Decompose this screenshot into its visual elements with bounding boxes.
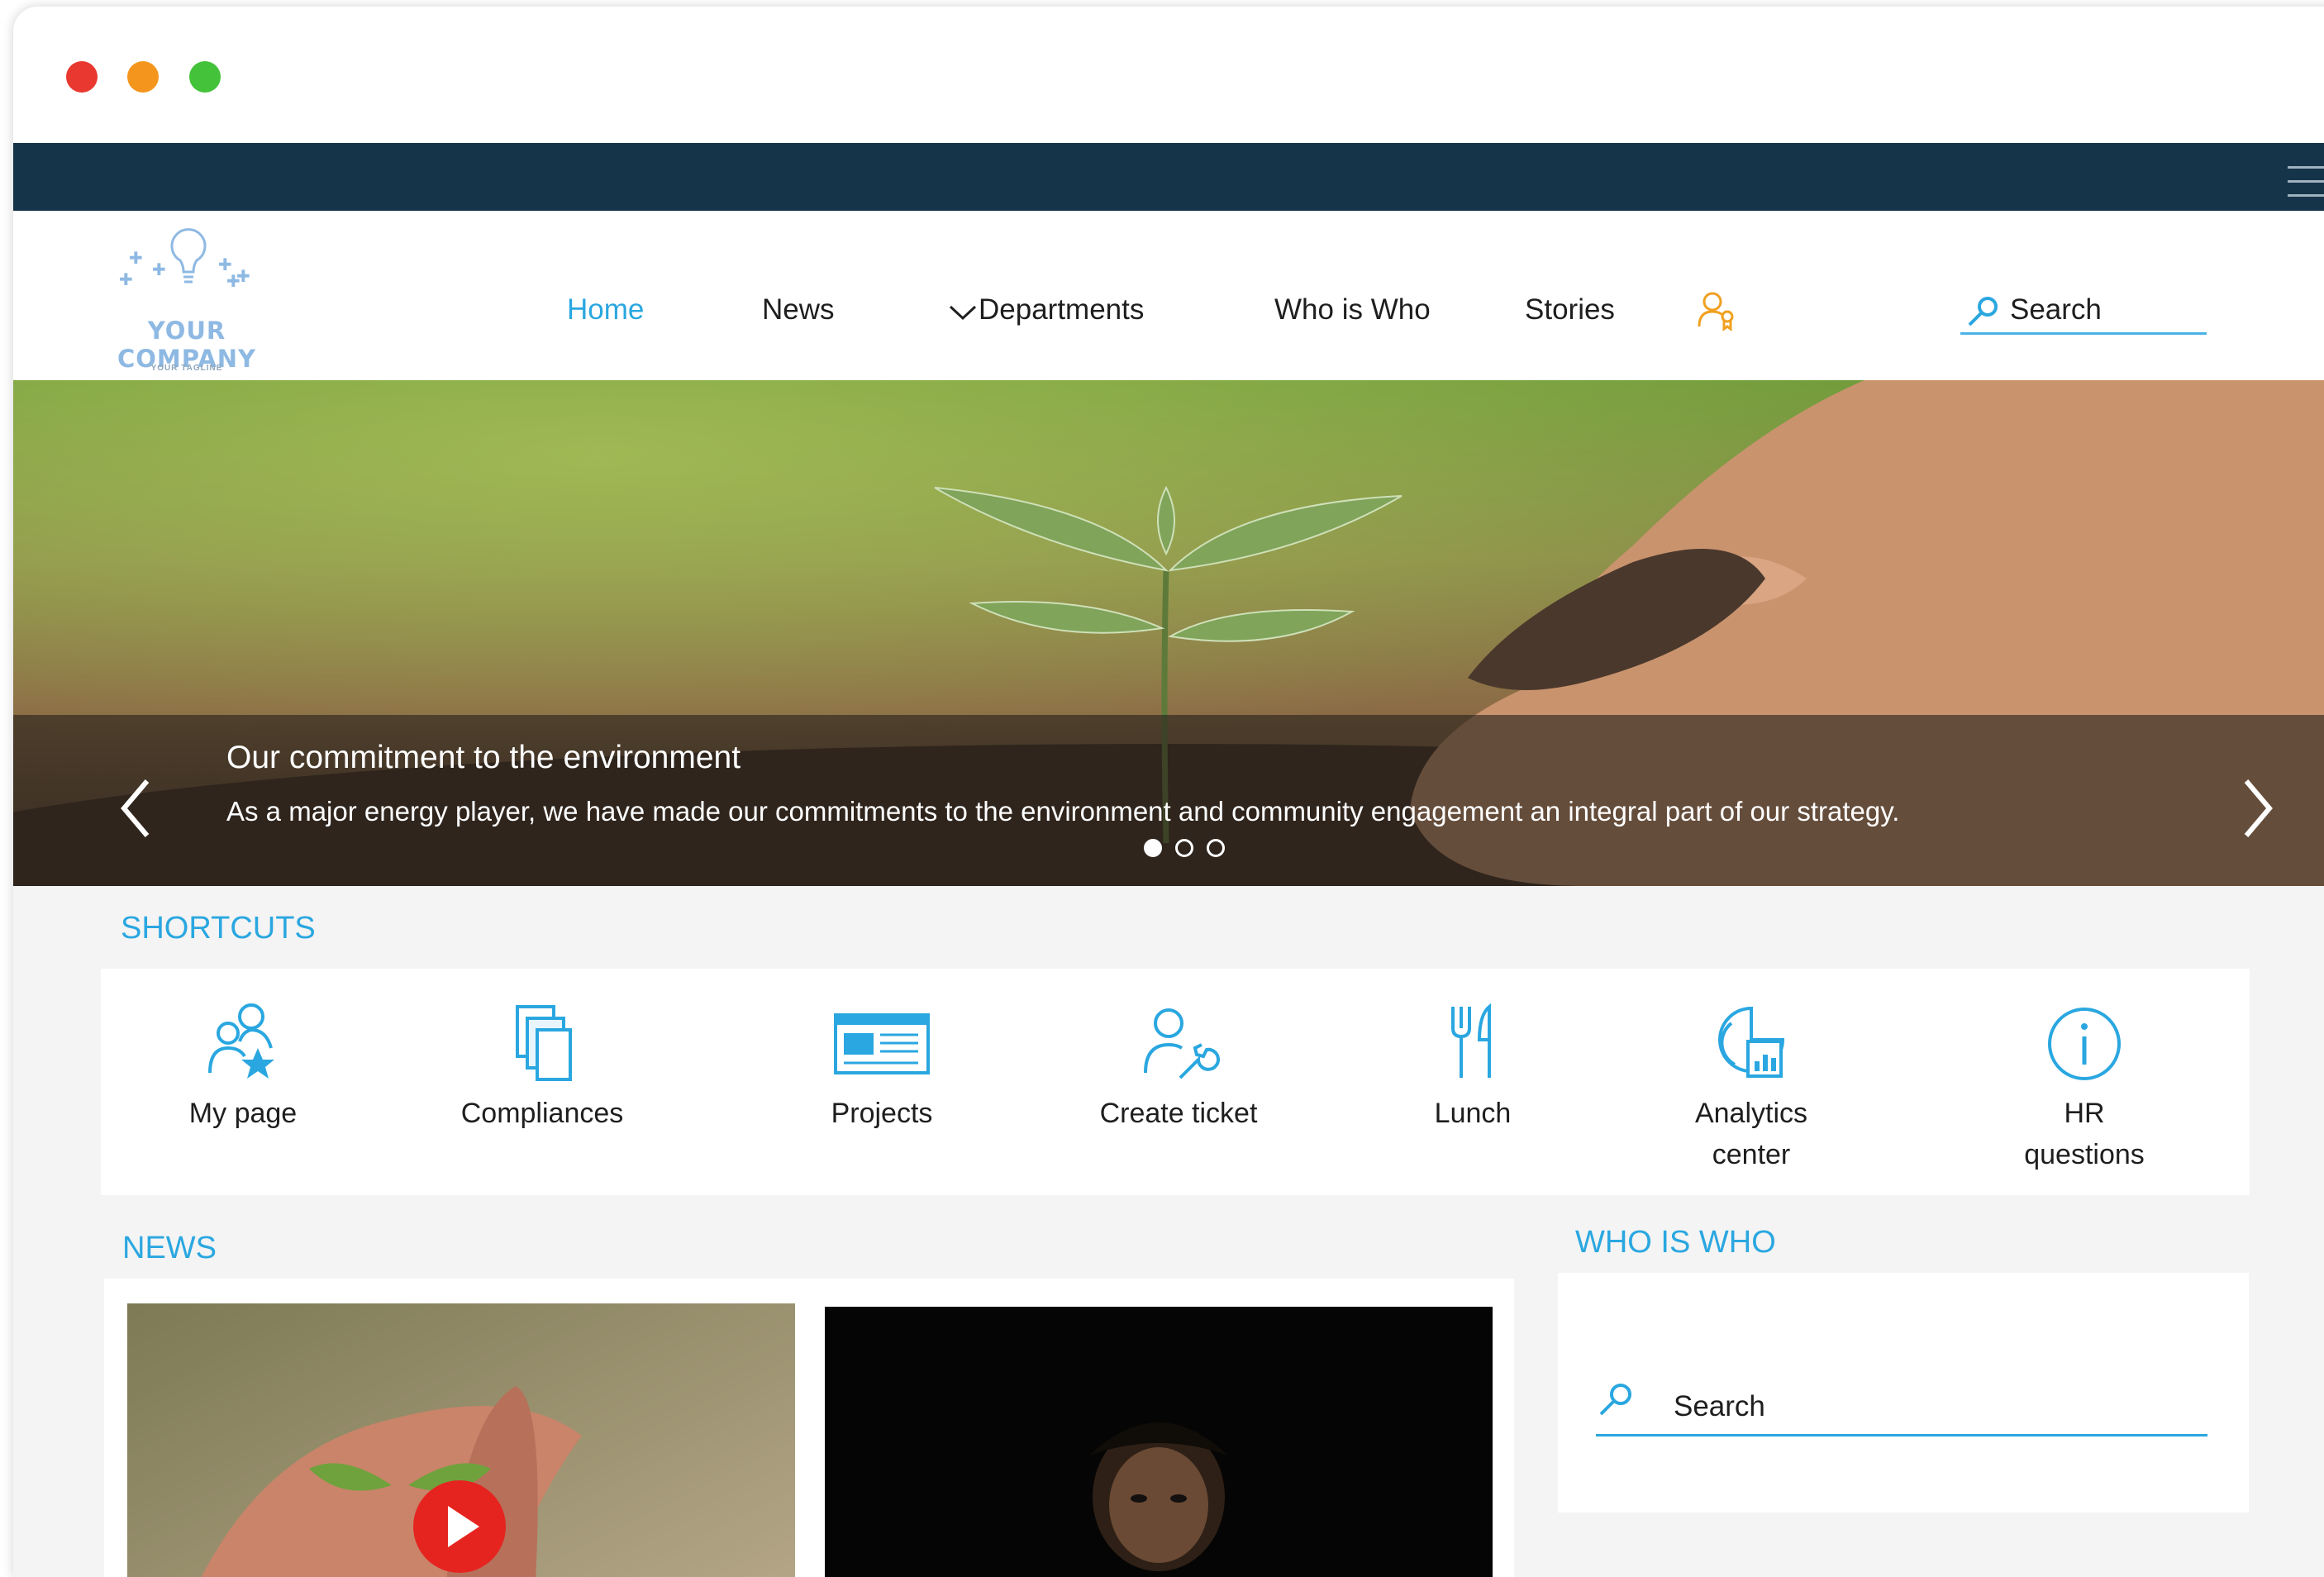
svg-text:✚: ✚: [129, 248, 143, 268]
news-thumbnail-1: [127, 1303, 795, 1577]
users-star-icon: [208, 1003, 274, 1079]
hero-text: As a major energy player, we have made o…: [226, 796, 1900, 827]
nav-news[interactable]: News: [762, 293, 835, 326]
shortcut-label: Create ticket: [1099, 1098, 1258, 1129]
nav-stories[interactable]: Stories: [1525, 293, 1615, 326]
analytics-icon: [1718, 1006, 1785, 1078]
shortcut-label: Projects: [831, 1098, 933, 1129]
minimize-window-button[interactable]: [127, 61, 159, 93]
company-logo[interactable]: ✚ ✚ ✚ ✚ ✚ ✚ YOUR COMPANY YOUR TAGLINE: [79, 227, 319, 373]
news-thumbnail-2: [825, 1307, 1493, 1577]
hero-caption: Our commitment to the environment As a m…: [13, 715, 2324, 886]
projects-window-icon: [834, 1013, 930, 1074]
documents-icon: [516, 1005, 572, 1081]
browser-window: ✚ ✚ ✚ ✚ ✚ ✚ YOUR COMPANY YOUR TAGLINE Home N…: [13, 7, 2324, 1577]
news-card-2[interactable]: [825, 1307, 1493, 1577]
carousel-dot-1[interactable]: [1144, 839, 1162, 857]
shortcuts-panel: My page Compliances Projects Create tick…: [101, 969, 2250, 1195]
nav-who-is-who[interactable]: Who is Who: [1274, 293, 1431, 326]
carousel-indicators: [1144, 839, 1238, 861]
news-panel: [104, 1279, 1514, 1577]
shortcut-label: Lunch: [1434, 1098, 1512, 1129]
shortcut-label: HR questions: [2024, 1098, 2145, 1170]
who-is-who-panel: Search: [1558, 1273, 2249, 1513]
carousel-dot-3[interactable]: [1207, 839, 1225, 857]
nav-search-placeholder: Search: [2010, 293, 2102, 326]
search-icon: [1599, 1384, 1631, 1416]
user-award-icon[interactable]: [1696, 290, 1739, 331]
carousel-prev-icon[interactable]: [111, 771, 160, 846]
chevron-down-icon: [949, 305, 977, 320]
nav-search-field[interactable]: Search: [1960, 279, 2207, 335]
info-icon: [2048, 1008, 2121, 1080]
nav-departments-label: Departments: [979, 293, 1145, 326]
top-bar: [13, 143, 2324, 211]
shortcut-label: My page: [188, 1098, 298, 1129]
shortcuts-title: SHORTCUTS: [121, 911, 316, 946]
shortcut-analytics-center[interactable]: Analytics center: [1636, 998, 1867, 1175]
who-is-who-search-placeholder: Search: [1674, 1390, 1765, 1422]
carousel-next-icon[interactable]: [2233, 771, 2283, 846]
search-icon: [1968, 297, 1998, 326]
hero-title: Our commitment to the environment: [226, 740, 741, 775]
svg-text:✚: ✚: [152, 260, 166, 279]
hamburger-menu-icon[interactable]: [2288, 166, 2324, 199]
hero-carousel[interactable]: Our commitment to the environment As a m…: [13, 380, 2324, 886]
shortcut-label: Analytics center: [1694, 1098, 1808, 1170]
close-window-button[interactable]: [66, 61, 98, 93]
window-titlebar: [13, 7, 2324, 143]
shortcut-compliances[interactable]: Compliances: [426, 998, 658, 1134]
shortcut-projects[interactable]: Projects: [766, 998, 998, 1134]
news-title: NEWS: [122, 1231, 217, 1265]
nav-home[interactable]: Home: [567, 293, 644, 326]
shortcut-lunch[interactable]: Lunch: [1357, 998, 1588, 1134]
svg-text:✚: ✚: [226, 271, 240, 291]
main-navigation: ✚ ✚ ✚ ✚ ✚ ✚ YOUR COMPANY YOUR TAGLINE Home N…: [13, 211, 2324, 373]
fork-knife-icon: [1451, 1003, 1491, 1078]
nav-departments[interactable]: Departments: [947, 293, 1144, 326]
shortcut-label: Compliances: [460, 1098, 624, 1129]
who-is-who-title: WHO IS WHO: [1575, 1225, 1776, 1260]
content-area: SHORTCUTS My page Compliances Projects C…: [13, 886, 2324, 1577]
svg-text:✚: ✚: [119, 269, 133, 289]
shortcut-my-page[interactable]: My page: [127, 998, 359, 1134]
shortcut-create-ticket[interactable]: Create ticket: [1063, 998, 1294, 1134]
user-wrench-icon: [1144, 1008, 1220, 1079]
company-tagline: YOUR TAGLINE: [150, 364, 223, 373]
lightbulb-logo-icon: ✚✚ ✚ ✚✚✚: [119, 228, 250, 291]
carousel-dot-2[interactable]: [1175, 839, 1193, 857]
maximize-window-button[interactable]: [189, 61, 221, 93]
news-card-1[interactable]: [127, 1303, 795, 1577]
shortcut-hr-questions[interactable]: HR questions: [1969, 998, 2200, 1175]
who-is-who-search-field[interactable]: Search: [1596, 1339, 2207, 1436]
